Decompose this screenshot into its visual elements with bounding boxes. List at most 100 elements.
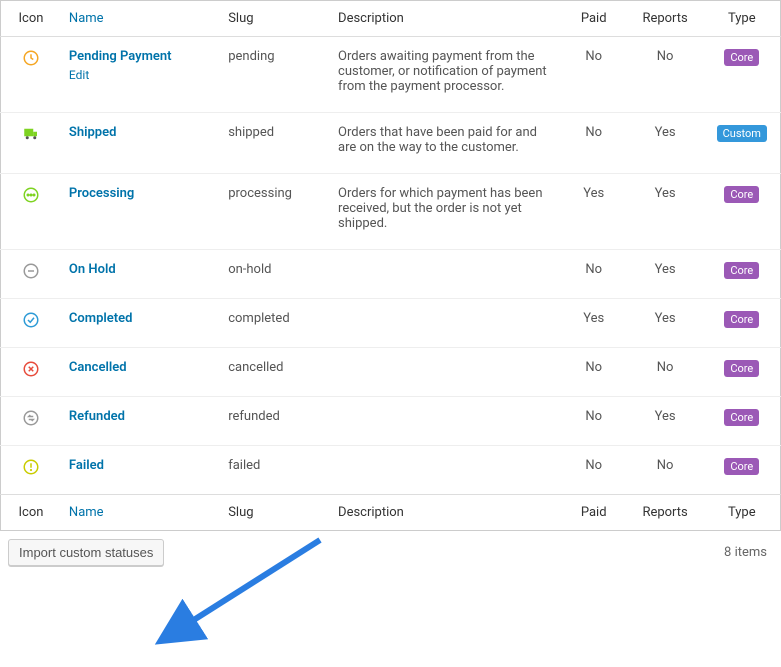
status-slug: pending — [220, 37, 330, 113]
x-icon — [1, 348, 61, 397]
status-description — [330, 397, 561, 446]
col-footer-description: Description — [330, 495, 561, 531]
status-type-cell: Core — [704, 446, 781, 495]
status-name-cell: Pending Payment Edit — [61, 37, 220, 113]
col-footer-type: Type — [704, 495, 781, 531]
clock-icon — [1, 37, 61, 113]
core-badge: Core — [724, 262, 759, 279]
status-name-cell: Cancelled — [61, 348, 220, 397]
status-slug: cancelled — [220, 348, 330, 397]
minus-icon — [1, 250, 61, 299]
table-header-row: Icon Name Slug Description Paid Reports … — [1, 1, 781, 37]
status-reports: Yes — [627, 174, 704, 250]
status-type-cell: Core — [704, 397, 781, 446]
core-badge: Core — [724, 186, 759, 203]
status-reports: No — [627, 446, 704, 495]
status-type-cell: Core — [704, 348, 781, 397]
col-header-type: Type — [704, 1, 781, 37]
status-name-cell: Refunded — [61, 397, 220, 446]
edit-link[interactable]: Edit — [69, 68, 89, 82]
status-name-link[interactable]: Cancelled — [69, 360, 127, 375]
custom-badge: Custom — [717, 125, 767, 142]
status-name-link[interactable]: Completed — [69, 311, 133, 326]
table-row: Cancelled cancelled NoNo Core — [1, 348, 781, 397]
status-description: Orders for which payment has been receiv… — [330, 174, 561, 250]
col-header-slug: Slug — [220, 1, 330, 37]
status-reports: Yes — [627, 250, 704, 299]
truck-icon — [1, 113, 61, 174]
status-name-cell: Failed — [61, 446, 220, 495]
core-badge: Core — [724, 360, 759, 377]
col-header-description: Description — [330, 1, 561, 37]
status-description — [330, 446, 561, 495]
col-header-name[interactable]: Name — [61, 1, 220, 37]
col-header-paid: Paid — [561, 1, 627, 37]
status-paid: No — [561, 348, 627, 397]
status-name-cell: Processing — [61, 174, 220, 250]
status-name-link[interactable]: On Hold — [69, 262, 116, 277]
status-type-cell: Custom — [704, 113, 781, 174]
core-badge: Core — [724, 458, 759, 475]
status-paid: Yes — [561, 174, 627, 250]
status-name-link[interactable]: Pending Payment — [69, 49, 172, 64]
import-custom-statuses-button[interactable]: Import custom statuses — [8, 539, 164, 566]
items-count: 8 items — [724, 545, 773, 560]
table-row: Failed failed NoNo Core — [1, 446, 781, 495]
status-paid: Yes — [561, 299, 627, 348]
status-description — [330, 250, 561, 299]
status-reports: Yes — [627, 113, 704, 174]
table-row: Refunded refunded NoYes Core — [1, 397, 781, 446]
status-description — [330, 348, 561, 397]
col-footer-slug: Slug — [220, 495, 330, 531]
status-type-cell: Core — [704, 174, 781, 250]
table-row: Completed completed YesYes Core — [1, 299, 781, 348]
status-reports: Yes — [627, 397, 704, 446]
status-paid: No — [561, 113, 627, 174]
status-type-cell: Core — [704, 299, 781, 348]
core-badge: Core — [724, 49, 759, 66]
core-badge: Core — [724, 409, 759, 426]
status-paid: No — [561, 37, 627, 113]
status-description: Orders that have been paid for and are o… — [330, 113, 561, 174]
status-description — [330, 299, 561, 348]
status-name-cell: On Hold — [61, 250, 220, 299]
status-slug: shipped — [220, 113, 330, 174]
order-status-table: Icon Name Slug Description Paid Reports … — [0, 0, 781, 531]
status-paid: No — [561, 250, 627, 299]
dots-icon — [1, 174, 61, 250]
refund-icon — [1, 397, 61, 446]
table-row: Processing processingOrders for which pay… — [1, 174, 781, 250]
alert-icon — [1, 446, 61, 495]
status-slug: on-hold — [220, 250, 330, 299]
status-name-link[interactable]: Processing — [69, 186, 134, 201]
status-reports: Yes — [627, 299, 704, 348]
table-row: Pending Payment Edit pendingOrders awaitin… — [1, 37, 781, 113]
status-slug: completed — [220, 299, 330, 348]
status-description: Orders awaiting payment from the custome… — [330, 37, 561, 113]
status-name-cell: Shipped — [61, 113, 220, 174]
status-paid: No — [561, 446, 627, 495]
status-reports: No — [627, 37, 704, 113]
status-name-link[interactable]: Refunded — [69, 409, 125, 424]
status-paid: No — [561, 397, 627, 446]
col-header-icon: Icon — [1, 1, 61, 37]
status-name-link[interactable]: Failed — [69, 458, 104, 473]
check-icon — [1, 299, 61, 348]
status-type-cell: Core — [704, 37, 781, 113]
status-slug: processing — [220, 174, 330, 250]
col-footer-name[interactable]: Name — [61, 495, 220, 531]
footer-bar: Import custom statuses 8 items — [0, 531, 781, 576]
status-name-link[interactable]: Shipped — [69, 125, 117, 140]
col-footer-reports: Reports — [627, 495, 704, 531]
status-reports: No — [627, 348, 704, 397]
col-footer-icon: Icon — [1, 495, 61, 531]
table-row: Shipped shippedOrders that have been paid… — [1, 113, 781, 174]
col-header-reports: Reports — [627, 1, 704, 37]
status-slug: refunded — [220, 397, 330, 446]
status-type-cell: Core — [704, 250, 781, 299]
core-badge: Core — [724, 311, 759, 328]
table-footer-row: Icon Name Slug Description Paid Reports … — [1, 495, 781, 531]
col-footer-paid: Paid — [561, 495, 627, 531]
status-name-cell: Completed — [61, 299, 220, 348]
status-slug: failed — [220, 446, 330, 495]
